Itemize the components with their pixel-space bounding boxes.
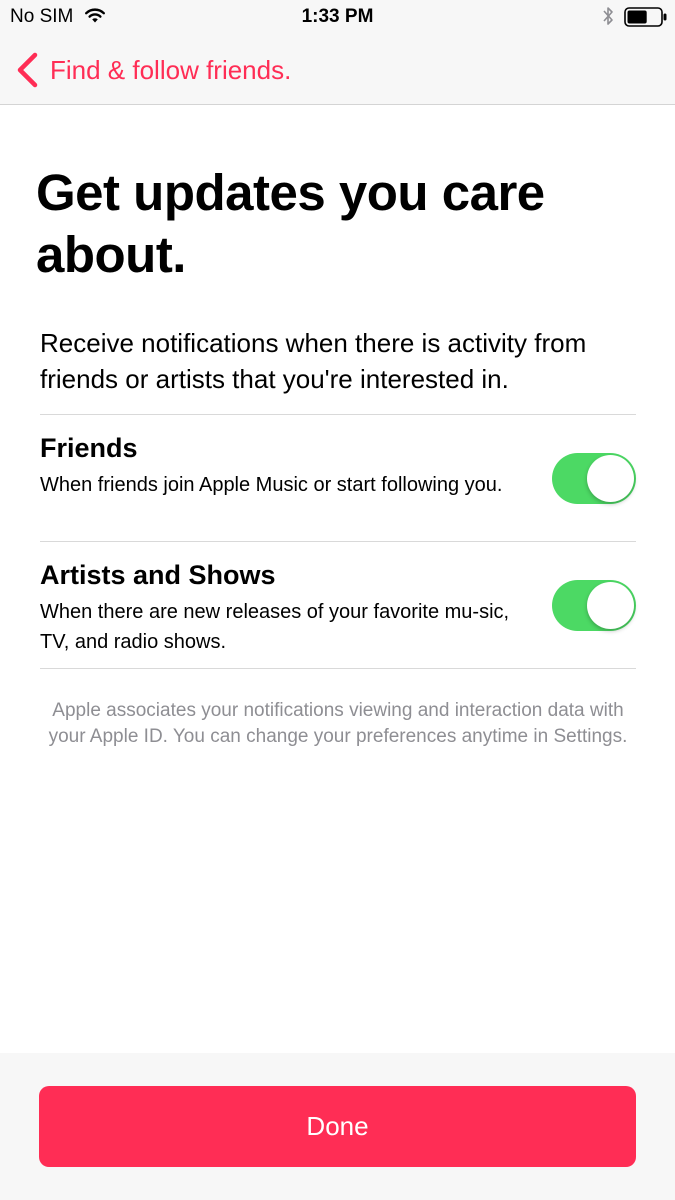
- notification-settings-screen: No SIM 1:33 PM Find & follow friends. Ge…: [0, 0, 675, 1200]
- setting-title: Friends: [40, 433, 138, 463]
- clock: 1:33 PM: [301, 6, 374, 27]
- intro-text: Receive notifications when there is acti…: [40, 328, 587, 394]
- privacy-footnote: Apple associates your notifications view…: [48, 700, 628, 747]
- setting-description: When there are new releases of your favo…: [40, 601, 510, 653]
- footer-bar: Done: [0, 1053, 675, 1200]
- chevron-left-icon: [17, 52, 38, 88]
- toggle-knob: [587, 455, 634, 502]
- page-title: Get updates you care about.: [36, 164, 545, 283]
- setting-row-artists-and-shows: Artists and Shows When there are new rel…: [40, 559, 636, 669]
- setting-title: Artists and Shows: [40, 560, 276, 590]
- setting-row-friends: Friends When friends join Apple Music or…: [40, 432, 636, 542]
- bluetooth-icon: [603, 7, 613, 25]
- back-button[interactable]: Find & follow friends.: [14, 50, 291, 90]
- friends-toggle[interactable]: [552, 453, 636, 504]
- divider: [40, 541, 636, 542]
- status-bar: No SIM 1:33 PM: [0, 0, 675, 36]
- battery-icon: [624, 7, 667, 27]
- divider: [40, 668, 636, 669]
- done-button[interactable]: Done: [39, 1086, 636, 1167]
- toggle-knob: [587, 582, 634, 629]
- divider: [40, 414, 636, 415]
- artists-and-shows-toggle[interactable]: [552, 580, 636, 631]
- setting-description: When friends join Apple Music or start f…: [40, 474, 503, 496]
- back-button-label: Find & follow friends.: [50, 55, 292, 85]
- navigation-bar: Find & follow friends.: [0, 36, 675, 105]
